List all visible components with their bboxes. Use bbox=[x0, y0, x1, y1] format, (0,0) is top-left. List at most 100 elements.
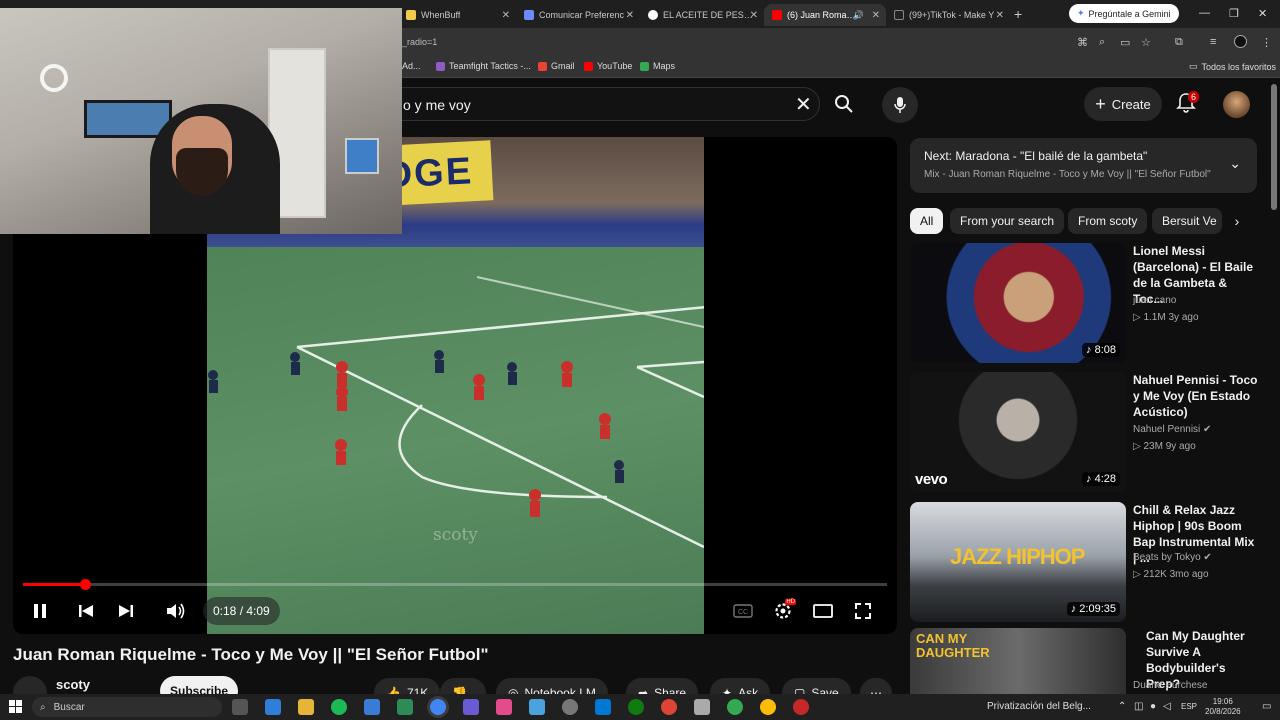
bookmark-item[interactable]: Ad... bbox=[402, 61, 421, 71]
taskbar-news[interactable]: Privatización del Belg... bbox=[987, 701, 1091, 712]
progress-bar[interactable] bbox=[23, 579, 887, 590]
translate-icon[interactable]: ⌘ bbox=[1077, 36, 1088, 49]
pause-button[interactable] bbox=[27, 598, 53, 624]
tab-close-icon[interactable]: ✕ bbox=[872, 10, 880, 21]
tab-close-icon[interactable]: ✕ bbox=[750, 10, 758, 21]
language-indicator[interactable]: ESP bbox=[1181, 702, 1197, 711]
chips-next-icon[interactable]: › bbox=[1224, 208, 1250, 234]
bookmark-item[interactable]: YouTube bbox=[584, 61, 632, 71]
task-view-icon[interactable] bbox=[232, 699, 248, 715]
page-scrollbar[interactable] bbox=[1271, 84, 1277, 210]
app-icon[interactable] bbox=[595, 699, 611, 715]
tab-youtube-active[interactable]: (6) Juan Roman R 🔊 ✕ bbox=[764, 4, 886, 26]
recommendation-channel-row[interactable]: Beats by Tokyo ✔ bbox=[1133, 552, 1212, 563]
speaker-icon[interactable]: ◁ bbox=[1163, 701, 1171, 712]
bookmark-label: YouTube bbox=[597, 61, 633, 71]
chevron-down-icon[interactable]: ⌄ bbox=[1229, 155, 1241, 172]
tray-chevron-icon[interactable]: ⌃ bbox=[1118, 701, 1126, 712]
recommendation-channel[interactable]: Duane Purchese bbox=[1133, 680, 1208, 691]
mic-tray-icon[interactable]: ● bbox=[1150, 701, 1156, 712]
bookmark-star-icon[interactable]: ☆ bbox=[1141, 36, 1151, 49]
spotify-icon[interactable] bbox=[331, 699, 347, 715]
url-text[interactable]: _radio=1 bbox=[402, 37, 437, 47]
tab-close-icon[interactable]: ✕ bbox=[502, 10, 510, 21]
reading-list-icon[interactable]: ≡ bbox=[1210, 36, 1216, 48]
app-icon[interactable] bbox=[694, 699, 710, 715]
next-up-card[interactable]: Next: Maradona - "El bailé de la gambeta… bbox=[910, 138, 1257, 193]
recording-app-icon[interactable] bbox=[793, 699, 809, 715]
excel-icon[interactable] bbox=[397, 699, 413, 715]
chip-all[interactable]: All bbox=[910, 208, 944, 234]
cast-icon[interactable]: ▭ bbox=[1120, 36, 1130, 49]
search-input[interactable]: o y me voy bbox=[390, 87, 820, 121]
volume-button[interactable] bbox=[163, 598, 189, 624]
notifications-tray-icon[interactable]: ▭ bbox=[1262, 701, 1271, 712]
extensions-icon[interactable]: ⧉ bbox=[1175, 36, 1183, 49]
close-window-icon[interactable]: ✕ bbox=[1258, 7, 1267, 20]
captions-button[interactable]: CC bbox=[730, 598, 756, 624]
gemini-button[interactable]: ✦ Pregúntale a Gemini bbox=[1069, 4, 1179, 23]
recommendation-item[interactable]: vevo ♪ 4:28 Nahuel Pennisi - Toco y Me V… bbox=[910, 372, 1260, 492]
tab-close-icon[interactable]: ✕ bbox=[626, 10, 634, 21]
tab-aceite[interactable]: EL ACEITE DE PESCAD ✕ bbox=[640, 4, 764, 26]
recommendation-item[interactable]: CAN MY DAUGHTER Can My Daughter Survive … bbox=[910, 628, 1260, 694]
chrome-profile-icon[interactable] bbox=[727, 699, 743, 715]
app-icon[interactable] bbox=[529, 699, 545, 715]
app-icon[interactable] bbox=[463, 699, 479, 715]
channel-name[interactable]: scoty bbox=[56, 677, 90, 692]
tab-close-icon[interactable]: ✕ bbox=[996, 10, 1004, 21]
tab-whenbuff[interactable]: WhenBuff ✕ bbox=[398, 4, 516, 26]
recommendation-thumbnail[interactable]: JAZZ HIPHOP ♪ 2:09:35 bbox=[910, 502, 1126, 622]
profile-icon[interactable] bbox=[1234, 35, 1247, 48]
recommendation-item[interactable]: ♪ 8:08 Lionel Messi (Barcelona) - El Bai… bbox=[910, 243, 1260, 363]
recommendation-title[interactable]: Nahuel Pennisi - Toco y Me Voy (En Estad… bbox=[1133, 372, 1259, 420]
chrome-icon[interactable] bbox=[430, 699, 446, 715]
clear-search-icon[interactable]: ✕ bbox=[795, 92, 812, 117]
next-button[interactable] bbox=[113, 598, 139, 624]
account-avatar[interactable] bbox=[1223, 91, 1250, 118]
create-button[interactable]: + Create bbox=[1084, 87, 1162, 121]
recommendation-channel[interactable]: juan cano bbox=[1133, 295, 1176, 306]
audio-playing-icon[interactable]: 🔊 bbox=[853, 10, 864, 21]
minimize-icon[interactable]: — bbox=[1199, 7, 1210, 19]
mail-icon[interactable] bbox=[364, 699, 380, 715]
all-bookmarks-item[interactable]: ▭ Todos los favoritos bbox=[1189, 61, 1276, 72]
restore-icon[interactable]: ❐ bbox=[1229, 7, 1239, 20]
recommendation-thumbnail[interactable]: CAN MY DAUGHTER bbox=[910, 628, 1126, 694]
xbox-icon[interactable] bbox=[628, 699, 644, 715]
progress-scrubber-handle[interactable] bbox=[80, 579, 92, 590]
search-button[interactable] bbox=[822, 87, 866, 121]
file-explorer-icon[interactable] bbox=[298, 699, 314, 715]
chrome-profile-icon[interactable] bbox=[760, 699, 776, 715]
windows-start-icon[interactable] bbox=[9, 700, 22, 713]
recommendation-channel-row[interactable]: Nahuel Pennisi ✔ bbox=[1133, 424, 1211, 435]
bookmark-item[interactable]: Maps bbox=[640, 61, 675, 71]
tab-comunicar[interactable]: Comunicar Preferenc ✕ bbox=[516, 4, 640, 26]
network-icon[interactable]: ◫ bbox=[1134, 701, 1143, 712]
search-query-text[interactable]: o y me voy bbox=[403, 97, 471, 113]
chip-bersuit[interactable]: Bersuit Ve bbox=[1152, 208, 1222, 234]
chip-from-scoty[interactable]: From scoty bbox=[1068, 208, 1148, 234]
theater-mode-button[interactable] bbox=[810, 598, 836, 624]
zoom-icon[interactable]: ⌕ bbox=[1099, 36, 1105, 49]
bookmark-item[interactable]: Teamfight Tactics -... bbox=[436, 61, 531, 71]
chrome-menu-icon[interactable]: ⋮ bbox=[1261, 36, 1272, 49]
tab-tiktok[interactable]: (99+)TikTok - Make Y ✕ bbox=[886, 4, 1010, 26]
microsoft-store-icon[interactable] bbox=[265, 699, 281, 715]
recommendation-thumbnail[interactable]: vevo ♪ 4:28 bbox=[910, 372, 1126, 492]
settings-button[interactable]: HD bbox=[770, 598, 796, 624]
settings-icon[interactable] bbox=[562, 699, 578, 715]
taskbar-search[interactable]: ⌕ Buscar bbox=[32, 697, 222, 717]
recommendation-item[interactable]: JAZZ HIPHOP ♪ 2:09:35 Chill & Relax Jazz… bbox=[910, 502, 1260, 622]
app-icon[interactable] bbox=[496, 699, 512, 715]
voice-search-button[interactable] bbox=[882, 87, 918, 123]
chrome-profile-icon[interactable] bbox=[661, 699, 677, 715]
previous-button[interactable] bbox=[73, 598, 99, 624]
recommendation-thumbnail[interactable]: ♪ 8:08 bbox=[910, 243, 1126, 363]
recommendation-meta: ▷ 1.1M 3y ago bbox=[1133, 312, 1199, 323]
taskbar-clock[interactable]: 19:06 20/8/2026 bbox=[1205, 697, 1241, 717]
new-tab-icon[interactable]: + bbox=[1014, 6, 1022, 22]
chip-from-your-search[interactable]: From your search bbox=[950, 208, 1065, 234]
fullscreen-button[interactable] bbox=[850, 598, 876, 624]
bookmark-item[interactable]: Gmail bbox=[538, 61, 575, 71]
